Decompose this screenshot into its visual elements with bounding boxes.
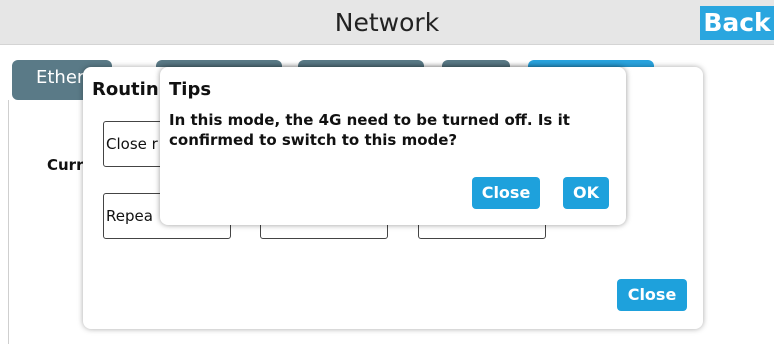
current-mode-label: Curr — [47, 156, 84, 174]
tips-close-button[interactable]: Close — [472, 177, 540, 209]
routing-close-button[interactable]: Close — [617, 279, 687, 311]
tips-title: Tips — [169, 79, 212, 100]
tips-message: In this mode, the 4G need to be turned o… — [169, 111, 570, 149]
header-bar: Network Back — [0, 0, 774, 45]
page-title: Network — [334, 8, 440, 37]
content-border — [8, 100, 9, 344]
back-button[interactable]: Back — [700, 6, 774, 40]
tips-dialog: Tips In this mode, the 4G need to be tur… — [160, 67, 626, 225]
tips-ok-button[interactable]: OK — [563, 177, 609, 209]
routing-dialog-title: Routin — [92, 79, 159, 100]
